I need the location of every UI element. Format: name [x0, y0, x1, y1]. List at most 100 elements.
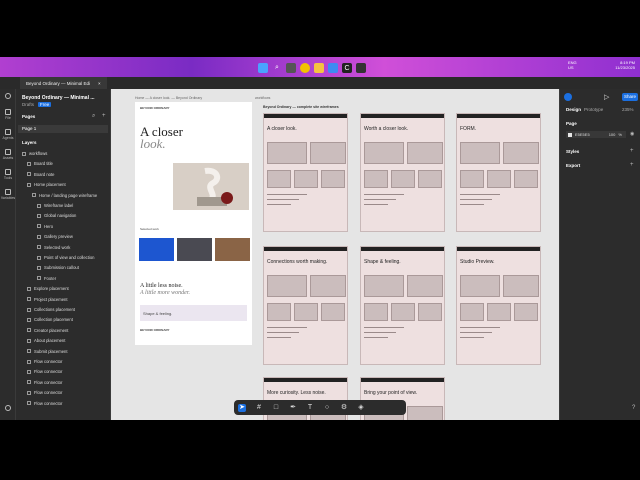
page-color-field[interactable]: E5E5E5 100 %: [566, 131, 626, 138]
home-frame[interactable]: BEYOND ORDINARY A closer look. Selected …: [135, 102, 252, 345]
folder-icon[interactable]: [314, 63, 324, 73]
wireframe-text-line: [267, 194, 307, 195]
layer-row[interactable]: Board title: [27, 160, 53, 167]
share-button[interactable]: Share: [622, 93, 638, 101]
windows-icon[interactable]: [258, 63, 268, 73]
wireframe-text-line: [364, 327, 404, 328]
layer-row[interactable]: Wireframe label: [37, 202, 73, 209]
layer-row[interactable]: Explore placement: [27, 285, 69, 292]
wireframe-frame[interactable]: Worth a closer look.: [360, 113, 445, 232]
layer-row[interactable]: workflows: [22, 150, 47, 157]
wireframe-text-line: [364, 337, 388, 338]
layer-row[interactable]: Flow connector: [27, 368, 62, 375]
wireframe-frame[interactable]: Shape & feeling.: [360, 246, 445, 365]
layer-label: Footer: [44, 275, 57, 281]
play-icon[interactable]: ▷: [604, 93, 609, 101]
rail-tools[interactable]: Tools: [0, 169, 16, 180]
wireframe-text-line: [267, 199, 299, 200]
layer-row[interactable]: Submit placement: [27, 348, 68, 355]
add-export-icon[interactable]: +: [630, 162, 634, 168]
properties-panel: ▷ Share Design Prototype 235% Page E5E5E…: [559, 89, 640, 420]
layer-row[interactable]: Point of view and collection: [37, 254, 95, 261]
rail-file[interactable]: File: [0, 109, 16, 120]
tools-icon: [5, 169, 11, 175]
task-view-icon[interactable]: [286, 63, 296, 73]
variables-icon: [5, 189, 11, 195]
page-heading: Page: [566, 121, 577, 126]
figma-icon[interactable]: C: [342, 63, 352, 73]
shape-tool-icon[interactable]: □: [272, 404, 280, 412]
move-tool-icon[interactable]: ➤: [238, 403, 246, 412]
pen-tool-icon[interactable]: ✒: [289, 404, 297, 412]
page-item[interactable]: Page 1: [18, 125, 108, 133]
text-tool-icon[interactable]: T: [306, 404, 314, 412]
layer-label: Wireframe label: [44, 203, 74, 208]
layer-row[interactable]: Flow connector: [27, 379, 62, 386]
wireframe-title: Connections worth making.: [267, 259, 328, 265]
search-icon[interactable]: ⌕: [272, 63, 282, 73]
rail-agents[interactable]: Agents: [0, 129, 16, 140]
dev-mode-icon[interactable]: ◈: [357, 404, 365, 412]
layer-row[interactable]: Collection placement: [27, 316, 73, 323]
store-icon[interactable]: [328, 63, 338, 73]
main-menu-icon[interactable]: [0, 93, 16, 100]
layer-row[interactable]: Submission callout: [37, 264, 79, 271]
wireframe-frame[interactable]: FORM.: [456, 113, 541, 232]
layer-row[interactable]: Collections placement: [27, 306, 75, 313]
layer-row[interactable]: About placement: [27, 337, 65, 344]
layer-row[interactable]: Home / landing page wireframe: [32, 192, 97, 199]
comment-tool-icon[interactable]: ○: [323, 404, 331, 412]
layer-row[interactable]: Flow connector: [27, 400, 62, 407]
layer-row[interactable]: Hero: [37, 223, 53, 230]
file-tab[interactable]: Beyond Ordinary — Minimal Edi ×: [20, 77, 107, 89]
zoom-level[interactable]: 235%: [622, 107, 634, 112]
wireframe-nav-bar: [264, 114, 347, 118]
layer-frame-icon: [37, 245, 41, 250]
layer-frame-icon: [32, 193, 36, 198]
tray-clock[interactable]: 8:19 PM 11/23/2025: [565, 60, 635, 70]
wireframe-frame[interactable]: A closer look.: [263, 113, 348, 232]
layer-label: About placement: [34, 338, 66, 344]
layer-row[interactable]: Flow connector: [27, 358, 62, 365]
help-question-icon[interactable]: ?: [632, 405, 635, 411]
wireframe-placeholder: [364, 303, 388, 321]
rail-variables[interactable]: Variables: [0, 189, 16, 200]
layer-row[interactable]: Project placement: [27, 296, 68, 303]
layer-frame-icon: [37, 213, 41, 218]
add-style-icon[interactable]: +: [630, 148, 634, 154]
design-tab[interactable]: Design: [566, 107, 581, 112]
chrome-icon[interactable]: [300, 63, 310, 73]
main-frame-label[interactable]: Home — A closer look. — Beyond Ordinary: [135, 96, 202, 100]
wireframe-title: Bring your point of view.: [364, 390, 418, 396]
drafts-label[interactable]: Drafts: [22, 102, 34, 107]
terminal-icon[interactable]: [356, 63, 366, 73]
wireframe-frame[interactable]: Connections worth making.: [263, 246, 348, 365]
help-icon[interactable]: [0, 405, 16, 412]
design-canvas[interactable]: Home — A closer look. — Beyond Ordinary …: [111, 89, 559, 420]
layer-row[interactable]: Flow connector: [27, 389, 62, 396]
layer-row[interactable]: Gallery preview: [37, 233, 73, 240]
layer-row[interactable]: Global navigation: [37, 212, 76, 219]
layer-row[interactable]: Creator placement: [27, 327, 68, 334]
prototype-tab[interactable]: Prototype: [584, 107, 603, 112]
wireframe-placeholder: [391, 170, 415, 188]
wireframe-placeholder: [267, 170, 291, 188]
layer-row[interactable]: Home placement: [27, 181, 66, 188]
close-tab-icon[interactable]: ×: [98, 81, 101, 86]
frame-tool-icon[interactable]: #: [255, 404, 263, 412]
layer-row[interactable]: Board note: [27, 171, 55, 178]
eye-icon[interactable]: ◉: [630, 131, 634, 137]
layer-row[interactable]: Footer: [37, 275, 56, 282]
rail-file-label: File: [5, 116, 11, 120]
layer-row[interactable]: Selected work: [37, 244, 70, 251]
wireframe-placeholder: [460, 303, 484, 321]
rail-assets[interactable]: Assets: [0, 149, 16, 160]
workflows-label[interactable]: workflows: [255, 96, 270, 100]
user-avatar[interactable]: [564, 93, 572, 101]
actions-tool-icon[interactable]: ⚙: [340, 404, 348, 412]
page-color-value: E5E5E5: [575, 132, 590, 137]
wireframe-frame[interactable]: Studio Preview.: [456, 246, 541, 365]
search-pages-icon[interactable]: ⌕: [92, 113, 95, 120]
file-title[interactable]: Beyond Ordinary — Minimal ...: [22, 95, 95, 101]
add-page-icon[interactable]: +: [102, 113, 106, 119]
